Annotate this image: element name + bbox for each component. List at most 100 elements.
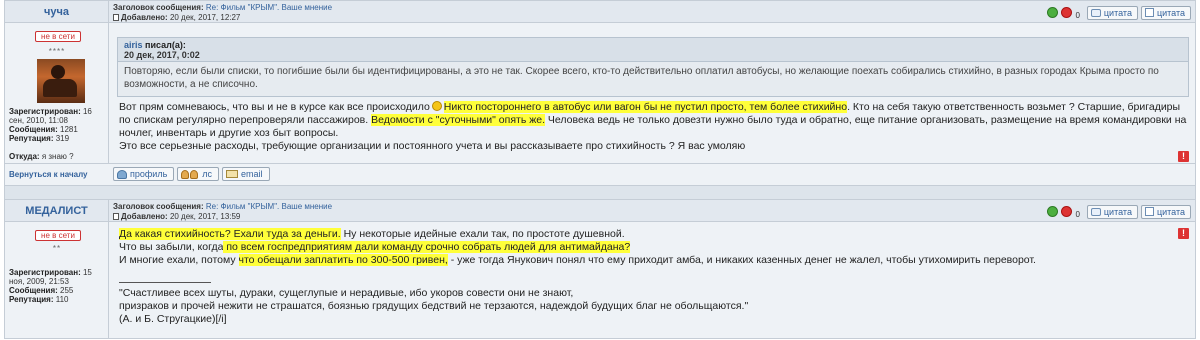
multi-quote-button[interactable]: цитата: [1140, 5, 1191, 20]
signature-divider: [119, 282, 211, 283]
multi-quote-button[interactable]: цитата: [1140, 204, 1191, 219]
from-row: Откуда: я знаю ?: [9, 152, 107, 161]
quote-button[interactable]: цитата: [1086, 5, 1138, 20]
author-info: Зарегистрирован: 16 сен, 2010, 11:08 Соо…: [9, 107, 107, 161]
reputation-value: 319: [55, 134, 70, 143]
messages-value: 1281: [60, 125, 78, 134]
reputation-label: Репутация:: [9, 134, 54, 143]
subject-label: Заголовок сообщения:: [113, 202, 204, 211]
registered-row: Зарегистрирован: 16 сен, 2010, 11:08: [9, 107, 107, 125]
smile-icon: [431, 101, 442, 111]
reputation-label: Репутация:: [9, 295, 54, 304]
signature: "Счастливее всех шуты, дураки, сущеглупы…: [119, 287, 1187, 326]
post-date: Добавлено: 20 дек, 2017, 12:27: [113, 13, 240, 22]
profile-icon: [117, 169, 127, 179]
post-author[interactable]: чуча: [5, 1, 109, 23]
rep-plus-icon[interactable]: [1047, 206, 1059, 217]
from-value: я знаю ?: [41, 152, 74, 161]
message-text: Да какая стихийность? Ехали туда за день…: [119, 228, 1187, 267]
post-date: Добавлено: 20 дек, 2017, 13:59: [113, 212, 240, 221]
signature-line: призраков и прочей нежити не страшатся, …: [119, 300, 749, 312]
rep-count: 0: [1075, 210, 1080, 219]
quote-wrote: писал(а):: [145, 40, 186, 50]
back-to-top-link[interactable]: Вернуться к началу: [9, 170, 88, 179]
added-label: Добавлено:: [121, 212, 168, 221]
profile-button[interactable]: профиль: [113, 167, 175, 181]
subject-text: Re: Фильм "КРЫМ". Ваше мнение: [205, 202, 333, 211]
status-badge: не в сети: [35, 31, 81, 42]
email-button-label: email: [241, 169, 263, 179]
pm-button[interactable]: лс: [177, 167, 220, 181]
report-icon[interactable]: !: [1178, 228, 1189, 239]
post-2: МЕДАЛИСТ Заголовок сообщения: Re: Фильм …: [4, 199, 1196, 339]
quote-text: Повторяю, если были списки, то погибшие …: [124, 66, 1159, 90]
author-panel: не в сети ** Зарегистрирован: 15 ноя, 20…: [5, 222, 109, 338]
added-date: 20 дек, 2017, 13:59: [169, 212, 241, 221]
email-button[interactable]: email: [222, 167, 270, 181]
subject-text: Re: Фильм "КРЫМ". Ваше мнение: [205, 3, 333, 12]
message-fragment: И многие ехали, потому: [119, 254, 239, 266]
messages-row: Сообщения: 1281: [9, 125, 107, 134]
messages-row: Сообщения: 255: [9, 286, 107, 295]
post-subject: Заголовок сообщения: Re: Фильм "КРЫМ". В…: [113, 202, 332, 211]
post-subject: Заголовок сообщения: Re: Фильм "КРЫМ". В…: [113, 3, 332, 12]
highlighted-text: Никто постороннего в автобус или вагон б…: [443, 101, 848, 113]
post-1: чуча Заголовок сообщения: Re: Фильм "КРЫ…: [4, 0, 1196, 186]
status-badge: не в сети: [35, 230, 81, 241]
signature-line: (А. и Б. Стругацкие)[/i]: [119, 313, 227, 325]
highlighted-text: Да какая стихийность? Ехали туда за день…: [119, 228, 341, 240]
post-actions: профиль лс email: [113, 167, 270, 181]
author-panel: не в сети **** Зарегистрирован: 16 сен, …: [5, 23, 109, 163]
added-date: 20 дек, 2017, 12:27: [169, 13, 241, 22]
message-fragment: Ну некоторые идейные ехали так, по прост…: [340, 228, 625, 240]
checkbox-icon: [1144, 8, 1154, 17]
rank-stars: ****: [48, 47, 66, 56]
post-icon: [113, 213, 119, 220]
rep-minus-icon[interactable]: [1061, 7, 1073, 18]
message-fragment: Вот прям сомневаюсь, что вы и не в курсе…: [119, 101, 430, 113]
rep-count: 0: [1075, 11, 1080, 20]
quote-header: airis писал(а): 20 дек, 2017, 0:02: [118, 38, 1188, 62]
pm-icon: [181, 169, 199, 179]
envelope-icon: [226, 170, 239, 178]
report-icon[interactable]: !: [1178, 151, 1189, 162]
post-tools: 0 цитата цитата: [1047, 204, 1191, 219]
quote-button-label: цитата: [1103, 206, 1132, 217]
registered-row: Зарегистрирован: 15 ноя, 2009, 21:53: [9, 268, 107, 286]
post-author[interactable]: МЕДАЛИСТ: [5, 200, 109, 222]
pm-button-label: лс: [202, 169, 213, 179]
multi-quote-button-label: цитата: [1156, 206, 1185, 217]
post-body: airis писал(а): 20 дек, 2017, 0:02 Повто…: [113, 23, 1195, 163]
messages-label: Сообщения:: [9, 125, 58, 134]
post-header: чуча Заголовок сообщения: Re: Фильм "КРЫ…: [5, 1, 1195, 23]
from-label: Откуда:: [9, 152, 40, 161]
rep-plus-icon[interactable]: [1047, 7, 1059, 18]
quote-date: 20 дек, 2017, 0:02: [124, 50, 200, 60]
post-separator: [4, 186, 1196, 199]
added-label: Добавлено:: [121, 13, 168, 22]
rep-minus-icon[interactable]: [1061, 206, 1073, 217]
quote-block: airis писал(а): 20 дек, 2017, 0:02 Повто…: [117, 37, 1189, 97]
post-icon: [113, 14, 119, 21]
quote-button-label: цитата: [1103, 7, 1132, 18]
checkbox-icon: [1144, 207, 1154, 216]
post-header: МЕДАЛИСТ Заголовок сообщения: Re: Фильм …: [5, 200, 1195, 222]
post-tools: 0 цитата цитата: [1047, 5, 1191, 20]
reputation-row: Репутация: 110: [9, 295, 107, 304]
messages-label: Сообщения:: [9, 286, 58, 295]
avatar: [37, 59, 85, 103]
messages-value: 255: [60, 286, 74, 295]
quote-button[interactable]: цитата: [1086, 204, 1138, 219]
highlighted-text: по всем госпредприятиям дали команду сро…: [223, 241, 631, 253]
highlighted-text: Ведомости с "суточными" опять же.: [371, 114, 545, 126]
post-body: Да какая стихийность? Ехали туда за день…: [113, 222, 1195, 338]
reputation-value: 110: [55, 295, 69, 304]
subject-label: Заголовок сообщения:: [113, 3, 204, 12]
message-text: Вот прям сомневаюсь, что вы и не в курсе…: [119, 101, 1187, 153]
highlighted-text: что обещали заплатить по 300-500 гривен,: [238, 254, 448, 266]
profile-button-label: профиль: [130, 169, 168, 179]
registered-label: Зарегистрирован:: [9, 268, 81, 277]
quote-icon: [1090, 8, 1101, 17]
message-fragment: Это все серьезные расходы, требующие орг…: [119, 140, 746, 152]
rank-stars: **: [52, 244, 62, 253]
